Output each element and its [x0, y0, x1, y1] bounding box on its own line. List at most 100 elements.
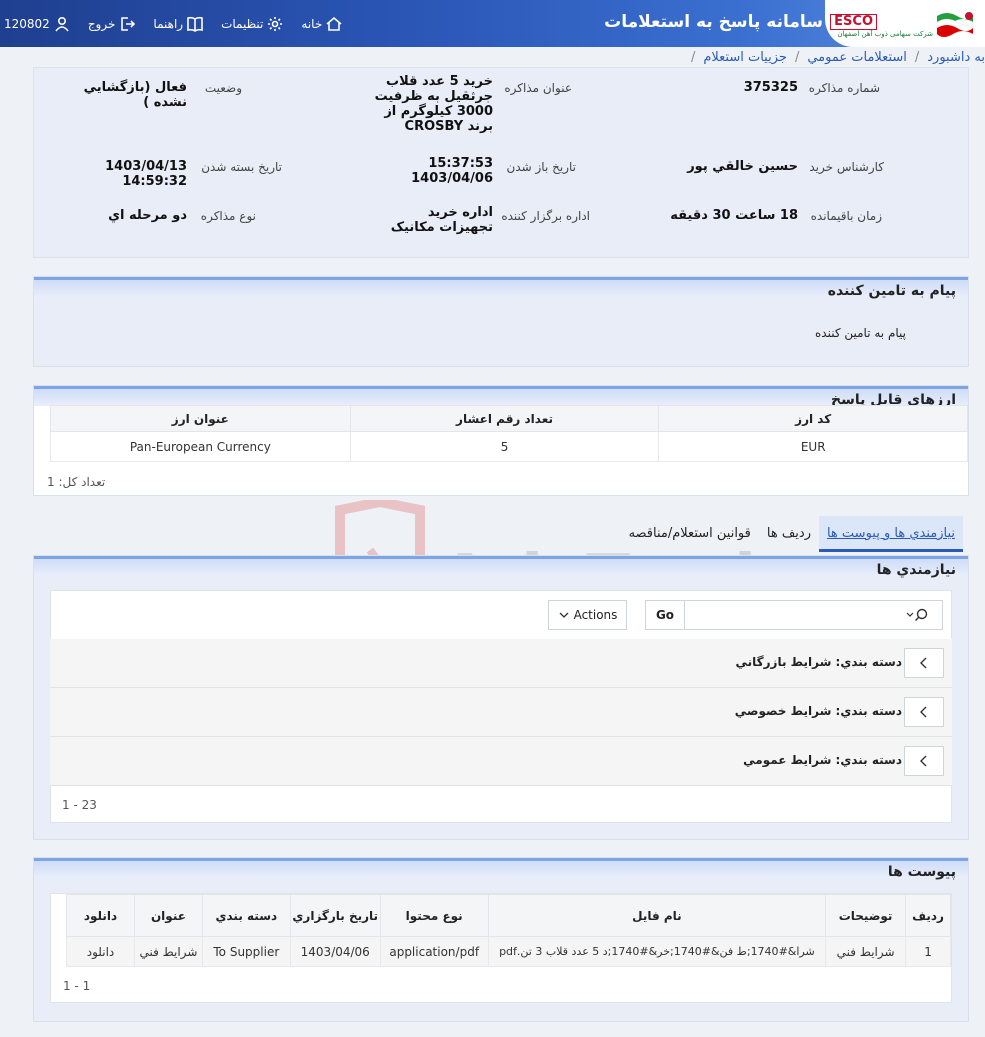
status-value: فعال (بازگشايي نشده ) — [83, 80, 187, 110]
col-content-type[interactable]: نوع محتوا — [379, 894, 489, 937]
supplier-message-card: پيام به تامين کننده پيام به تامين کننده — [33, 276, 969, 367]
organizer-dept-label: اداره برگزار کننده — [501, 209, 590, 223]
requirement-group-commercial[interactable]: دسته بندي: شرايط بازرگاني — [50, 639, 952, 688]
currencies-card: ارزهاي قابل پاسخ کد ارز تعداد رقم اعشار … — [33, 385, 969, 496]
requirements-title: نيازمندي ها — [876, 562, 956, 578]
group-label: دسته بندي: شرايط بازرگاني — [735, 655, 903, 669]
col-download[interactable]: دانلود — [66, 894, 135, 937]
decimal-digits-cell: 5 — [349, 431, 660, 462]
buyer-expert-label: کارشناس خريد — [809, 160, 884, 174]
currencies-table: کد ارز تعداد رقم اعشار عنوان ارز EUR 5 P… — [50, 405, 968, 462]
app-title: سامانه پاسخ به استعلامات — [604, 12, 823, 32]
open-date: 1403/04/06 — [411, 171, 493, 186]
user-menu[interactable]: 120802 — [4, 16, 70, 32]
tab-inquiry-rules[interactable]: قوانين استعلام/مناقصه — [621, 516, 759, 552]
group-label: دسته بندي: شرايط خصوصي — [734, 704, 902, 718]
currency-code-cell: EUR — [658, 431, 968, 462]
logout-button[interactable]: خروج — [88, 16, 136, 32]
top-header: ESCO شرکت سهامی ذوب آهن اصفهان سامانه پا… — [0, 0, 985, 47]
negotiation-type-label: نوع مذاکره — [200, 209, 256, 223]
home-button[interactable]: خانه — [301, 16, 342, 32]
tab-rows[interactable]: رديف ها — [759, 516, 819, 552]
search-options-button[interactable] — [892, 600, 943, 630]
negotiation-number-label: شماره مذاکره — [808, 81, 880, 95]
logout-icon — [121, 16, 136, 31]
requirements-header: نيازمندي ها — [34, 556, 968, 578]
content-type-cell: application/pdf — [379, 936, 489, 967]
upload-date-cell: 1403/04/06 — [289, 936, 381, 967]
currencies-header-row: کد ارز تعداد رقم اعشار عنوان ارز — [50, 405, 968, 432]
row-number-cell: 1 — [905, 936, 951, 967]
actions-label: Actions — [573, 608, 618, 622]
col-title[interactable]: عنوان — [133, 894, 203, 937]
category-cell: To Supplier — [201, 936, 291, 967]
top-nav: 120802 خروج راهنما تنظيمات خانه — [0, 0, 360, 47]
supplier-message-title: پيام به تامين کننده — [827, 283, 956, 299]
inquiry-info-card: شماره مذاکره 375325 عنوان مذاکره خريد 5 … — [33, 67, 969, 258]
esco-logo-text: ESCO — [830, 14, 877, 30]
requirement-group-specific[interactable]: دسته بندي: شرايط خصوصي — [50, 688, 952, 737]
expand-group-button[interactable] — [904, 697, 944, 727]
remaining-time-value: 18 ساعت 30 دقيقه — [670, 208, 798, 223]
subject-label: عنوان مذاکره — [504, 81, 572, 95]
close-date-label: تاريخ بسته شدن — [201, 160, 282, 174]
user-icon — [55, 16, 69, 32]
table-row: 1 شرايط فني شرا&#1740;ط فن&#1740;خر&#174… — [66, 936, 951, 967]
tab-requirements-attachments[interactable]: نيازمندي ها و پيوست ها — [818, 516, 963, 552]
chevron-down-icon — [559, 612, 569, 618]
attachments-header-row: رديف توضيحات نام فايل نوع محتوا تاريخ با… — [66, 894, 951, 937]
iran-flag-icon — [936, 12, 974, 37]
col-row[interactable]: رديف — [905, 894, 951, 937]
home-label: خانه — [301, 16, 323, 31]
buyer-expert-value: حسين خالقي پور — [687, 159, 798, 174]
negotiation-number-value: 375325 — [743, 80, 798, 95]
detail-tabs: نيازمندي ها و پيوست ها رديف ها قوانين اس… — [621, 516, 963, 552]
open-date-value: 15:37:53 1403/04/06 — [373, 156, 493, 186]
guide-label: راهنما — [153, 16, 184, 31]
open-date-label: تاريخ باز شدن — [506, 160, 576, 174]
user-id: 120802 — [4, 16, 50, 31]
search-input[interactable] — [684, 600, 893, 630]
logo-subtitle: شرکت سهامی ذوب آهن اصفهان — [837, 30, 933, 38]
download-link[interactable]: دانلود — [66, 936, 135, 967]
col-category[interactable]: دسته بندي — [201, 894, 291, 937]
col-decimal-digits[interactable]: تعداد رقم اعشار — [349, 405, 660, 432]
breadcrumb-separator: / — [690, 49, 696, 65]
attachments-pagination: 1 - 1 — [63, 979, 91, 993]
organizer-dept-value: اداره خريد تجهيزات مکانيک — [390, 205, 493, 235]
attachments-table: رديف توضيحات نام فايل نوع محتوا تاريخ با… — [66, 894, 951, 967]
breadcrumb-inquiry-details[interactable]: جزييات استعلام — [703, 50, 787, 65]
expand-group-button[interactable] — [904, 746, 944, 776]
settings-label: تنظيمات — [221, 16, 264, 31]
col-currency-code[interactable]: کد ارز — [658, 405, 968, 432]
group-label: دسته بندي: شرايط عمومي — [743, 753, 902, 767]
open-time: 15:37:53 — [428, 156, 493, 171]
expand-group-button[interactable] — [904, 648, 944, 678]
col-upload-date[interactable]: تاريخ بارگزاري — [289, 894, 381, 937]
chevron-left-icon — [920, 706, 927, 718]
description-cell: شرايط فني — [825, 936, 907, 967]
company-logo: ESCO شرکت سهامی ذوب آهن اصفهان — [825, 0, 985, 47]
close-date-value: 1403/04/13 14:59:32 — [105, 159, 187, 189]
actions-menu-button[interactable]: Actions — [548, 600, 627, 630]
requirements-pagination: 1 - 23 — [62, 798, 97, 812]
breadcrumb: به داشبورد / استعلامات عمومي / جزييات اس… — [683, 47, 985, 67]
guide-button[interactable]: راهنما — [153, 16, 203, 32]
currency-title-cell: Pan-European Currency — [50, 431, 351, 462]
search-icon — [906, 608, 927, 621]
breadcrumb-separator: / — [914, 49, 920, 65]
breadcrumb-public-inquiries[interactable]: استعلامات عمومي — [807, 50, 907, 65]
col-currency-title[interactable]: عنوان ارز — [50, 405, 351, 432]
settings-button[interactable]: تنظيمات — [221, 16, 283, 32]
col-description[interactable]: توضيحات — [825, 894, 907, 937]
go-button[interactable]: Go — [645, 600, 685, 630]
supplier-message-body: پيام به تامين کننده — [815, 326, 906, 340]
attachments-region: رديف توضيحات نام فايل نوع محتوا تاريخ با… — [50, 893, 952, 1003]
negotiation-type-value: دو مرحله اي — [108, 208, 187, 223]
book-icon — [187, 16, 203, 32]
currencies-total: تعداد کل: 1 — [47, 475, 106, 489]
col-file-name[interactable]: نام فايل — [487, 894, 827, 937]
file-name-cell: شرا&#1740;ط فن&#1740;خر&#1740;د 5 عدد قل… — [487, 936, 827, 967]
breadcrumb-dashboard[interactable]: به داشبورد — [927, 50, 985, 65]
requirement-group-general[interactable]: دسته بندي: شرايط عمومي — [50, 737, 952, 786]
